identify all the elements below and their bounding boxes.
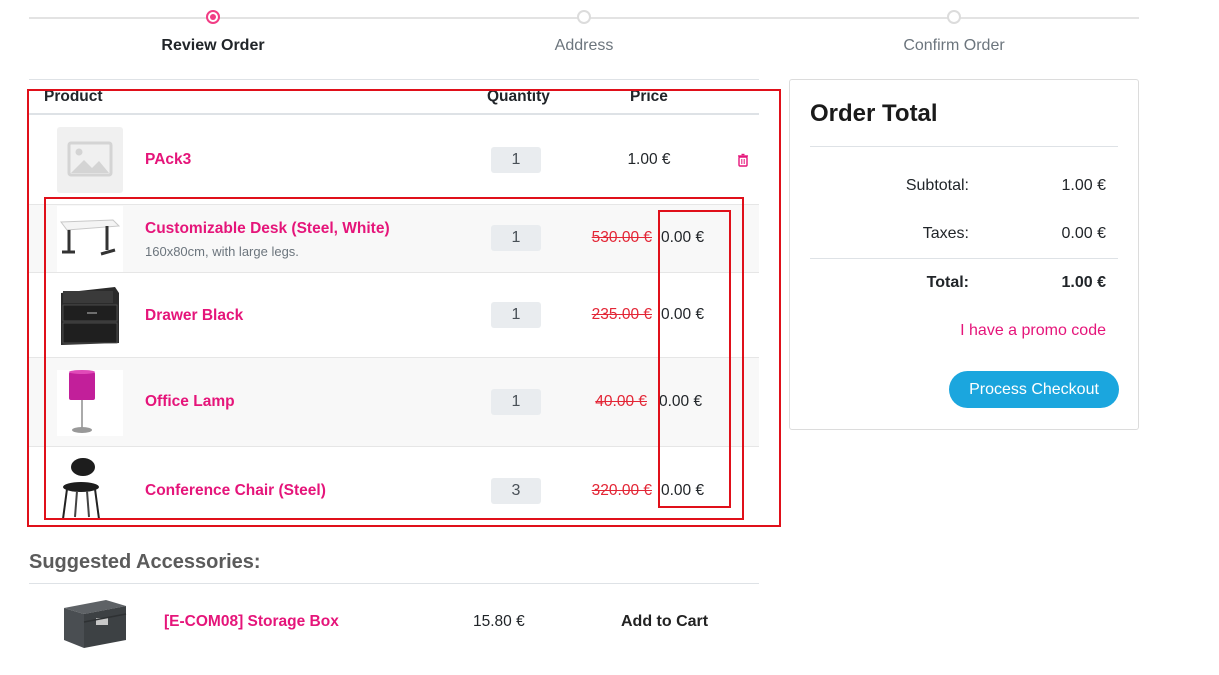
quantity-input[interactable]: 3 (491, 478, 541, 504)
discounted-price: 0.00 € (659, 393, 703, 410)
step-dot (947, 10, 961, 24)
taxes-label: Taxes: (922, 225, 969, 242)
placeholder-image-icon (57, 127, 123, 193)
step-dot-active (206, 10, 220, 24)
product-price: 1.00 € (627, 151, 671, 168)
suggested-product-link[interactable]: [E-COM08] Storage Box (164, 613, 339, 631)
original-price: 320.00 € (591, 482, 652, 499)
process-checkout-button[interactable]: Process Checkout (949, 371, 1119, 408)
cart-row: Office Lamp 1 40.00 € 0.00 € (29, 358, 759, 447)
order-total-card: Order Total Subtotal: 1.00 € Taxes: 0.00… (789, 79, 1139, 430)
step-dot (577, 10, 591, 24)
divider (29, 583, 759, 584)
step-confirm-order[interactable]: Confirm Order (864, 10, 1044, 55)
subtotal-value: 1.00 € (1061, 177, 1106, 194)
taxes-value: 0.00 € (1061, 225, 1106, 242)
desk-image (57, 206, 123, 272)
chair-image (57, 457, 123, 523)
step-label: Confirm Order (903, 37, 1005, 54)
trash-icon[interactable] (736, 153, 750, 167)
step-review-order: Review Order (123, 10, 303, 55)
product-link[interactable]: Customizable Desk (Steel, White) (145, 220, 390, 238)
product-link[interactable]: PAck3 (145, 151, 191, 169)
cart-row: PAck3 1 1.00 € (29, 115, 759, 205)
total-label: Total: (926, 274, 969, 291)
cart-row: Drawer Black 1 235.00 € 0.00 € (29, 273, 759, 358)
cart-header: Product Quantity Price (29, 79, 759, 115)
quantity-input[interactable]: 1 (491, 389, 541, 415)
header-quantity: Quantity (487, 88, 550, 105)
divider (810, 146, 1118, 147)
checkout-progress: Review Order Address Confirm Order (29, 0, 1139, 80)
quantity-input[interactable]: 1 (491, 147, 541, 173)
original-price: 530.00 € (591, 229, 652, 246)
discounted-price: 0.00 € (661, 306, 705, 323)
subtotal-label: Subtotal: (905, 177, 969, 194)
product-link[interactable]: Office Lamp (145, 393, 235, 411)
product-description: 160x80cm, with large legs. (145, 244, 299, 259)
product-link[interactable]: Conference Chair (Steel) (145, 482, 326, 500)
discounted-price: 0.00 € (661, 229, 705, 246)
step-label: Review Order (161, 37, 265, 54)
lamp-image (57, 370, 123, 436)
quantity-input[interactable]: 1 (491, 225, 541, 251)
divider (810, 258, 1118, 259)
cart-row: Conference Chair (Steel) 3 320.00 € 0.00… (29, 447, 759, 523)
drawer-image (57, 283, 123, 349)
quantity-input[interactable]: 1 (491, 302, 541, 328)
add-to-cart-button[interactable]: Add to Cart (621, 613, 708, 631)
header-product: Product (44, 88, 103, 105)
original-price: 235.00 € (591, 306, 652, 323)
step-label: Address (554, 37, 614, 54)
original-price: 40.00 € (595, 393, 647, 410)
storage-box-image (64, 600, 127, 648)
order-total-title: Order Total (810, 100, 938, 127)
header-price: Price (630, 88, 668, 105)
suggested-accessories-title: Suggested Accessories: (29, 551, 261, 573)
suggested-product-price: 15.80 € (473, 613, 525, 630)
discounted-price: 0.00 € (661, 482, 705, 499)
cart-row: Customizable Desk (Steel, White) 160x80c… (29, 205, 759, 273)
step-address[interactable]: Address (494, 10, 674, 55)
product-link[interactable]: Drawer Black (145, 307, 243, 325)
promo-code-link[interactable]: I have a promo code (960, 322, 1106, 340)
total-value: 1.00 € (1061, 274, 1106, 291)
